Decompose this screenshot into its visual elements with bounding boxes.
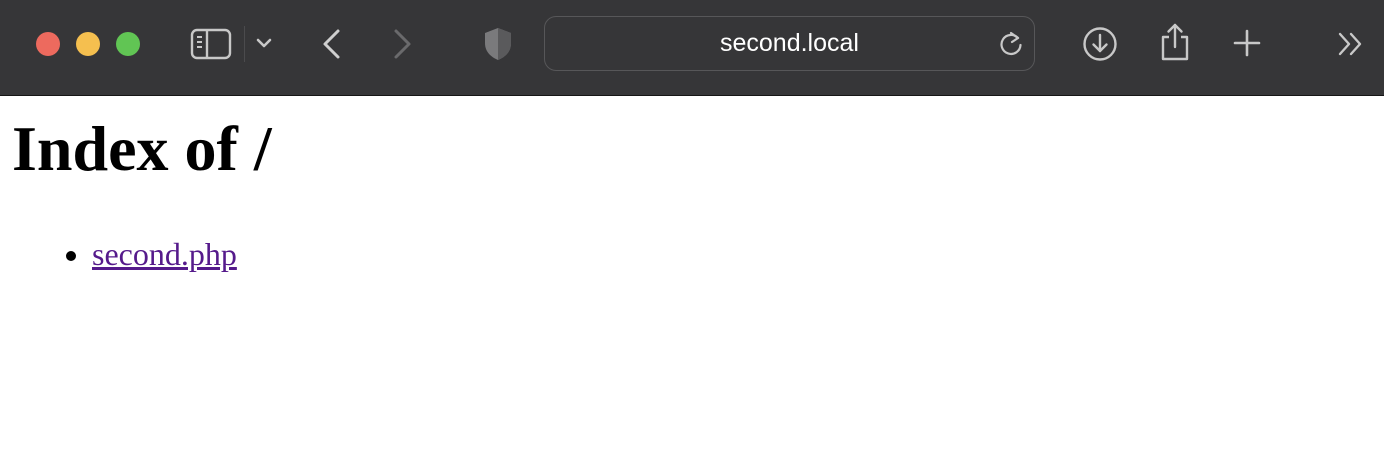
address-bar-url[interactable]: second.local <box>545 17 1034 70</box>
reload-icon[interactable] <box>998 30 1024 58</box>
file-link-second-php[interactable]: second.php <box>92 236 237 272</box>
plus-icon[interactable] <box>1232 28 1262 58</box>
file-list: second.php <box>12 236 1372 272</box>
download-icon[interactable] <box>1082 26 1118 62</box>
chevron-left-icon[interactable] <box>320 28 344 60</box>
address-bar[interactable]: second.local <box>544 16 1035 71</box>
double-chevron-right-icon[interactable] <box>1336 30 1366 58</box>
toolbar-divider <box>244 26 245 62</box>
page-content: Index of / second.php <box>0 96 1384 273</box>
zoom-window-button[interactable] <box>116 32 140 56</box>
close-window-button[interactable] <box>36 32 60 56</box>
page-title: Index of / <box>12 113 272 184</box>
chevron-down-icon[interactable] <box>256 36 272 50</box>
browser-toolbar: second.local <box>0 0 1384 96</box>
chevron-right-icon[interactable] <box>390 28 414 60</box>
shield-icon[interactable] <box>482 26 514 62</box>
share-icon[interactable] <box>1158 22 1192 62</box>
minimize-window-button[interactable] <box>76 32 100 56</box>
sidebar-icon[interactable] <box>190 28 232 60</box>
list-item: second.php <box>92 236 1372 272</box>
